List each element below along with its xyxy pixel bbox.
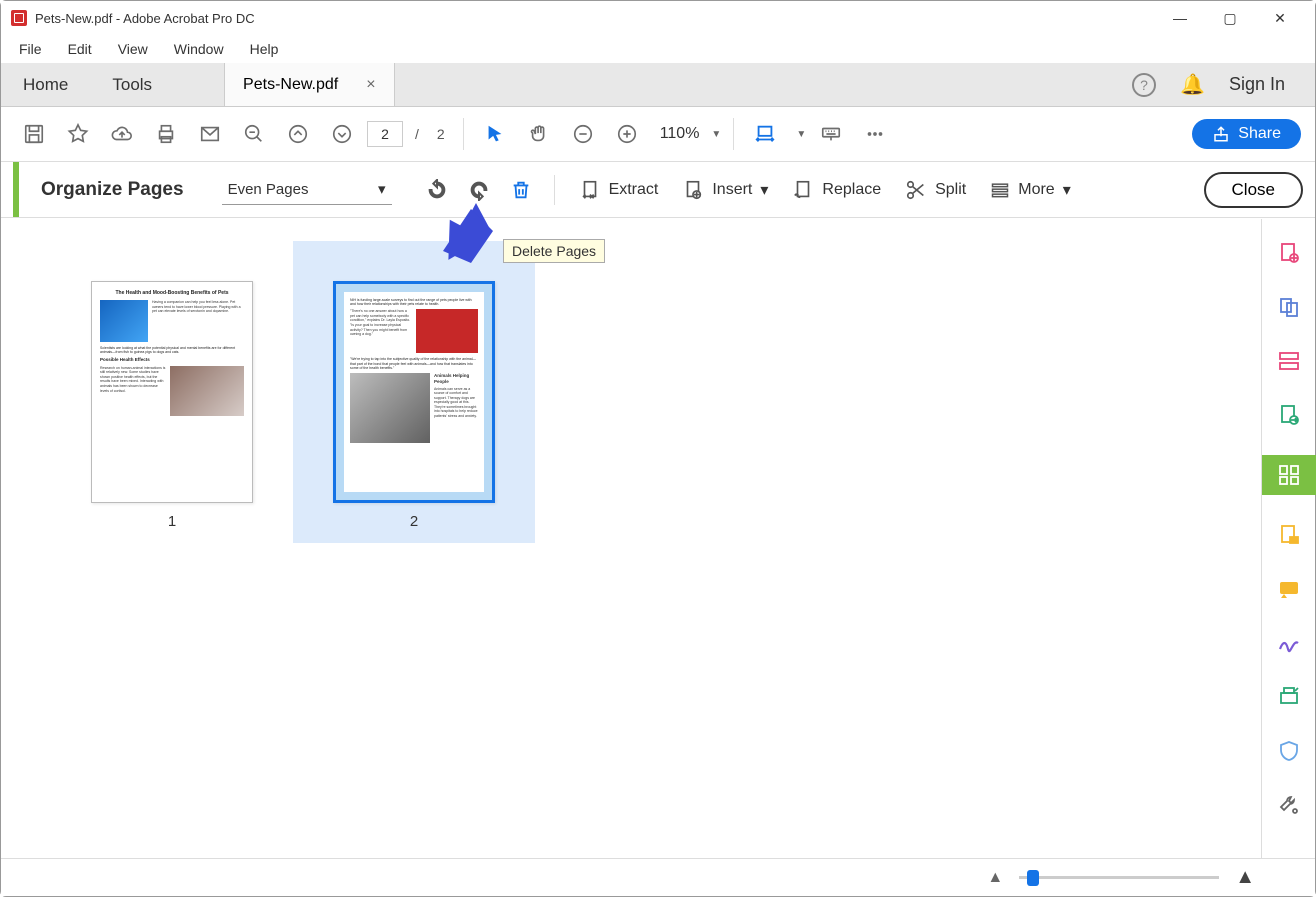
zoom-out-find-icon[interactable] xyxy=(235,115,273,153)
delete-tooltip: Delete Pages xyxy=(503,239,605,263)
page-up-icon[interactable] xyxy=(279,115,317,153)
create-pdf-icon[interactable] xyxy=(1275,239,1303,267)
more-label: More xyxy=(1018,181,1054,199)
cloud-icon[interactable] xyxy=(103,115,141,153)
organize-toolbar: Organize Pages Even Pages ▾ Extract Inse… xyxy=(1,162,1315,218)
chevron-down-icon: ▾ xyxy=(760,180,768,200)
page2-subhead: Animals Helping People xyxy=(434,373,478,385)
page-thumbnail-grid: The Health and Mood-Boosting Benefits of… xyxy=(1,219,1261,858)
star-icon[interactable] xyxy=(59,115,97,153)
split-button[interactable]: Split xyxy=(897,179,974,201)
title-bar: Pets-New.pdf - Adobe Acrobat Pro DC — ▢ … xyxy=(1,1,1315,35)
edit-pdf-icon[interactable] xyxy=(1275,347,1303,375)
more-button[interactable]: More ▾ xyxy=(982,180,1078,200)
tab-tools[interactable]: Tools xyxy=(90,63,174,106)
tab-close-icon[interactable]: × xyxy=(366,76,375,94)
thumbnail-zoom-slider[interactable] xyxy=(1019,876,1219,879)
page-1-number: 1 xyxy=(168,513,176,530)
more-tools-icon[interactable] xyxy=(856,115,894,153)
rotate-right-icon[interactable] xyxy=(462,173,496,207)
share-label: Share xyxy=(1238,125,1281,143)
close-window-button[interactable]: ✕ xyxy=(1265,3,1295,33)
sign-in-link[interactable]: Sign In xyxy=(1229,74,1285,95)
keyboard-icon[interactable] xyxy=(812,115,850,153)
menu-help[interactable]: Help xyxy=(238,37,291,61)
acrobat-app-icon xyxy=(11,10,27,26)
page1-subhead: Possible Health Effects xyxy=(100,357,244,362)
page-range-dropdown[interactable]: Even Pages ▾ xyxy=(222,175,392,205)
tab-home[interactable]: Home xyxy=(1,63,90,106)
rotate-left-icon[interactable] xyxy=(420,173,454,207)
replace-label: Replace xyxy=(822,181,881,199)
chevron-down-icon: ▾ xyxy=(1063,180,1071,200)
print-icon[interactable] xyxy=(147,115,185,153)
menu-edit[interactable]: Edit xyxy=(56,37,104,61)
share-button[interactable]: Share xyxy=(1192,119,1301,149)
page-down-icon[interactable] xyxy=(323,115,361,153)
organize-title: Organize Pages xyxy=(41,179,184,201)
zoom-dropdown-icon[interactable]: ▼ xyxy=(711,129,721,140)
page-thumbnail-1[interactable]: The Health and Mood-Boosting Benefits of… xyxy=(91,281,253,530)
page-total: 2 xyxy=(437,126,445,142)
close-organize-button[interactable]: Close xyxy=(1204,172,1303,208)
page-range-label: Even Pages xyxy=(228,181,309,198)
combine-files-icon[interactable] xyxy=(1275,293,1303,321)
fill-sign-comment-icon[interactable] xyxy=(1275,575,1303,603)
selection-tool-icon[interactable] xyxy=(476,115,514,153)
replace-button[interactable]: Replace xyxy=(784,179,889,201)
organize-accent xyxy=(13,162,19,217)
menu-window[interactable]: Window xyxy=(162,37,236,61)
email-icon[interactable] xyxy=(191,115,229,153)
print-production-icon[interactable] xyxy=(1275,683,1303,711)
page-number-input[interactable] xyxy=(367,121,403,147)
protect-icon[interactable] xyxy=(1275,737,1303,765)
tab-file-label: Pets-New.pdf xyxy=(243,76,338,94)
window-title: Pets-New.pdf - Adobe Acrobat Pro DC xyxy=(35,11,1165,26)
organize-pages-icon[interactable] xyxy=(1262,455,1316,495)
maximize-button[interactable]: ▢ xyxy=(1215,3,1245,33)
footer-bar: ▲ ▲ xyxy=(1,858,1315,896)
menu-file[interactable]: File xyxy=(7,37,54,61)
save-icon[interactable] xyxy=(15,115,53,153)
extract-label: Extract xyxy=(609,181,659,199)
menu-view[interactable]: View xyxy=(106,37,160,61)
chevron-down-icon: ▾ xyxy=(378,180,386,198)
insert-label: Insert xyxy=(712,181,752,199)
sign-icon[interactable] xyxy=(1275,629,1303,657)
page-2-number: 2 xyxy=(410,513,418,530)
fit-width-icon[interactable] xyxy=(746,115,784,153)
zoom-small-icon[interactable]: ▲ xyxy=(987,869,1003,887)
page1-heading: The Health and Mood-Boosting Benefits of… xyxy=(100,290,244,296)
slider-thumb[interactable] xyxy=(1027,870,1039,886)
minimize-button[interactable]: — xyxy=(1165,3,1195,33)
zoom-level[interactable]: 110% xyxy=(660,125,700,143)
zoom-in-icon[interactable] xyxy=(608,115,646,153)
main-toolbar: / 2 110% ▼ ▼ Share xyxy=(1,107,1315,162)
fit-dropdown-icon[interactable]: ▼ xyxy=(796,129,806,140)
comment-icon[interactable] xyxy=(1275,521,1303,549)
menu-bar: File Edit View Window Help xyxy=(1,35,1315,63)
extract-button[interactable]: Extract xyxy=(571,179,667,201)
notifications-icon[interactable]: 🔔 xyxy=(1180,72,1205,97)
zoom-out-icon[interactable] xyxy=(564,115,602,153)
hand-tool-icon[interactable] xyxy=(520,115,558,153)
tab-file-active[interactable]: Pets-New.pdf × xyxy=(224,63,395,106)
right-tool-rail xyxy=(1261,219,1315,858)
page-separator: / xyxy=(415,126,419,142)
insert-button[interactable]: Insert ▾ xyxy=(674,179,776,201)
export-pdf-icon[interactable] xyxy=(1275,401,1303,429)
delete-pages-icon[interactable] xyxy=(504,173,538,207)
page-thumbnail-2-selected[interactable]: NIH is funding large-scale surveys to fi… xyxy=(333,281,495,530)
split-label: Split xyxy=(935,181,966,199)
help-icon[interactable]: ? xyxy=(1132,73,1156,97)
zoom-large-icon[interactable]: ▲ xyxy=(1235,866,1255,889)
more-tools-rail-icon[interactable] xyxy=(1275,791,1303,819)
tab-bar: Home Tools Pets-New.pdf × ? 🔔 Sign In xyxy=(1,63,1315,107)
